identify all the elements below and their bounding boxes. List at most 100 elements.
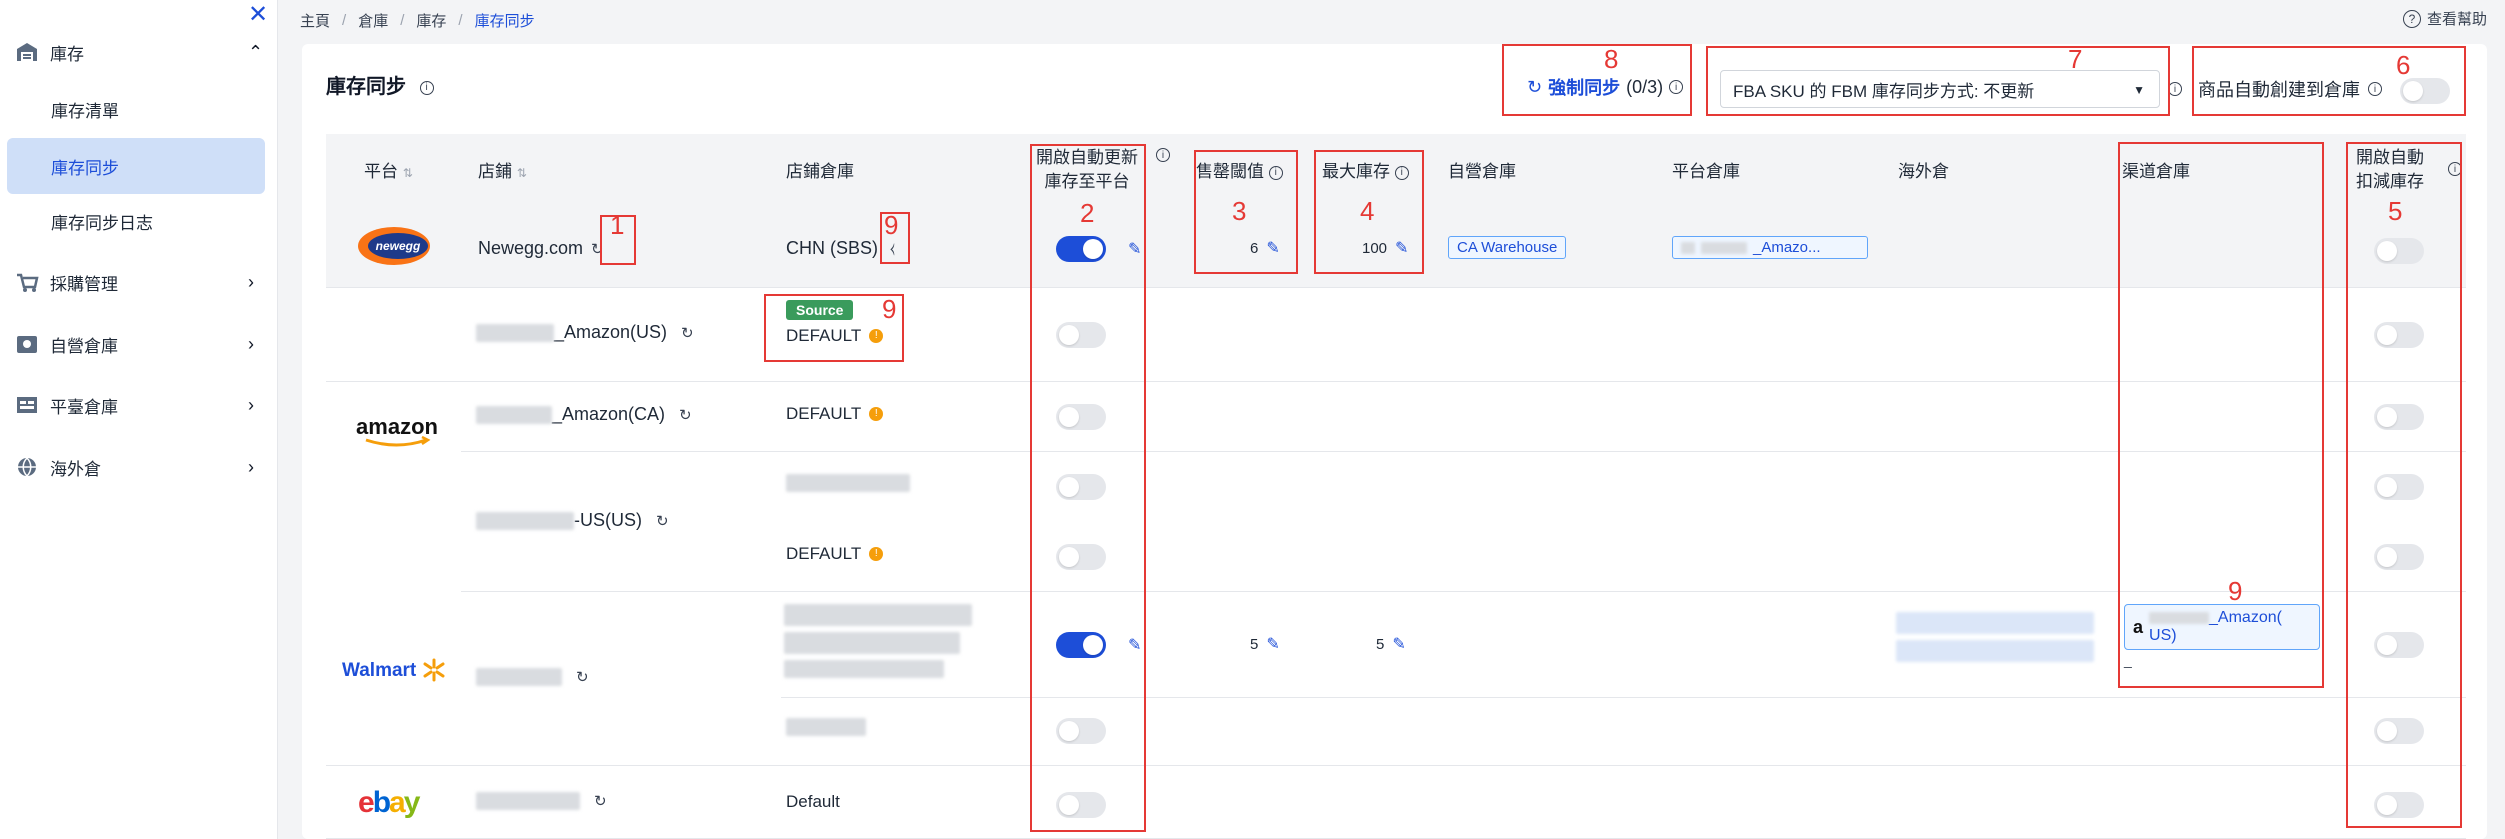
sidebar-item-overseas[interactable]: 海外倉 › bbox=[0, 441, 278, 493]
annotation-box-6 bbox=[2192, 46, 2466, 116]
redacted bbox=[786, 474, 910, 492]
warehouse-name: CHN (SBS) bbox=[786, 238, 879, 258]
refresh-icon[interactable]: ↻ bbox=[594, 792, 607, 810]
refresh-icon[interactable]: ↻ bbox=[679, 406, 692, 424]
info-icon[interactable]: i bbox=[2168, 82, 2182, 96]
warehouse-name: Default bbox=[786, 792, 840, 811]
annotation-box-5 bbox=[2346, 142, 2462, 828]
annotation-number: 3 bbox=[1232, 196, 1247, 226]
info-icon[interactable]: i bbox=[1156, 148, 1170, 162]
globe-icon bbox=[14, 454, 40, 480]
store-name: Newegg.com bbox=[478, 238, 584, 258]
sidebar-item-inventory-list[interactable]: 庫存清單 bbox=[7, 81, 265, 137]
sidebar-item-label: 海外倉 bbox=[50, 459, 101, 479]
sidebar-item-platform-warehouse[interactable]: 平臺倉庫 › bbox=[0, 379, 278, 431]
platform-warehouse-cell: _Amazo... bbox=[1672, 236, 1868, 259]
refresh-icon[interactable]: ↻ bbox=[656, 512, 669, 530]
self-warehouse-cell: CA Warehouse bbox=[1448, 236, 1567, 259]
redacted bbox=[476, 668, 562, 686]
annotation-number: 4 bbox=[1360, 196, 1375, 226]
sidebar-item-label: 庫存清單 bbox=[51, 101, 119, 121]
redacted bbox=[1896, 612, 2094, 634]
store-name: -US(US) bbox=[574, 510, 642, 530]
sidebar-item-label: 平臺倉庫 bbox=[50, 397, 118, 417]
redacted bbox=[1681, 241, 1695, 254]
store-name: _Amazon(US) bbox=[554, 322, 668, 342]
threshold-cell: 5 ✎ bbox=[1250, 634, 1280, 654]
annotation-box-7 bbox=[1706, 46, 2170, 116]
store-name: _Amazon(CA) bbox=[552, 404, 666, 424]
col-store[interactable]: 店鋪 ⇅ bbox=[478, 160, 527, 185]
max-stock-cell: 5 ✎ bbox=[1376, 634, 1406, 654]
warehouse-name: DEFAULT bbox=[786, 544, 862, 563]
annotation-number: 9 bbox=[884, 210, 899, 240]
chevron-right-icon: › bbox=[248, 333, 254, 354]
edit-icon[interactable]: ✎ bbox=[1392, 634, 1405, 654]
sidebar: ✕ 庫存 ⌃ 庫存清單 庫存同步 庫存同步日志 採購管理 › 自營倉庫 › 平臺… bbox=[0, 0, 278, 839]
question-icon: ? bbox=[2402, 9, 2421, 28]
close-icon[interactable]: ✕ bbox=[248, 0, 268, 29]
svg-text:amazon: amazon bbox=[356, 416, 438, 439]
warehouse-name: DEFAULT bbox=[786, 404, 862, 423]
col-label: 店鋪 bbox=[478, 162, 512, 181]
sidebar-item-label: 採購管理 bbox=[50, 274, 118, 294]
refresh-icon[interactable]: ↻ bbox=[681, 324, 694, 342]
warning-icon: ! bbox=[869, 407, 884, 421]
sidebar-item-inventory-sync[interactable]: 庫存同步 bbox=[7, 138, 265, 194]
max-stock-value: 5 bbox=[1376, 635, 1385, 653]
edit-icon[interactable]: ✎ bbox=[1266, 634, 1279, 654]
redacted bbox=[1896, 640, 2094, 662]
sidebar-item-inventory[interactable]: 庫存 ⌃ bbox=[0, 26, 278, 78]
chevron-right-icon: › bbox=[248, 271, 254, 292]
refresh-icon[interactable]: ↻ bbox=[576, 668, 589, 686]
col-platform-warehouse: 平台倉庫 bbox=[1672, 162, 1740, 181]
redacted bbox=[784, 632, 960, 654]
annotation-number: 9 bbox=[2228, 576, 2243, 606]
col-platform[interactable]: 平台 ⇅ bbox=[364, 160, 413, 185]
store-warehouse-cell: CHN (SBS) ⧼ bbox=[786, 238, 895, 259]
store-warehouse-cell bbox=[784, 604, 972, 678]
sidebar-item-sync-log[interactable]: 庫存同步日志 bbox=[7, 193, 265, 249]
breadcrumb-inventory[interactable]: 庫存 bbox=[416, 10, 446, 31]
newegg-logo: newegg bbox=[356, 224, 432, 268]
ebay-letter: b bbox=[372, 786, 391, 819]
self-warehouse-tag: CA Warehouse bbox=[1448, 236, 1567, 259]
breadcrumb-current: 庫存同步 bbox=[474, 12, 535, 30]
annotation-box-9 bbox=[2118, 142, 2324, 688]
chevron-right-icon: › bbox=[248, 456, 254, 477]
annotation-number: 9 bbox=[882, 294, 897, 324]
redacted bbox=[476, 323, 554, 342]
redacted bbox=[476, 792, 580, 810]
annotation-number: 5 bbox=[2388, 196, 2403, 226]
redacted bbox=[784, 604, 972, 626]
col-self-warehouse: 自營倉庫 bbox=[1448, 162, 1516, 181]
store-warehouse-cell: DEFAULT! bbox=[786, 404, 884, 424]
walmart-logo: Walmart bbox=[342, 656, 446, 686]
table-row bbox=[326, 766, 2466, 839]
platform-warehouse-icon bbox=[14, 392, 40, 418]
sidebar-item-label: 庫存同步日志 bbox=[51, 213, 153, 233]
chevron-up-icon: ⌃ bbox=[248, 41, 264, 62]
breadcrumb-warehouse[interactable]: 倉庫 bbox=[358, 10, 388, 31]
col-store-warehouse: 店鋪倉庫 bbox=[786, 162, 854, 181]
sidebar-item-purchasing[interactable]: 採購管理 › bbox=[0, 256, 278, 308]
cart-icon bbox=[14, 269, 40, 295]
sidebar-item-self-warehouse[interactable]: 自營倉庫 › bbox=[0, 318, 278, 370]
sidebar-item-label: 庫存同步 bbox=[51, 158, 119, 178]
annotation-number: 1 bbox=[610, 210, 625, 240]
svg-text:newegg: newegg bbox=[376, 239, 421, 253]
amazon-logo: amazon bbox=[352, 416, 442, 450]
col-overseas: 海外倉 bbox=[1898, 162, 1949, 181]
ebay-letter: e bbox=[358, 786, 375, 819]
warehouse-icon bbox=[14, 39, 40, 65]
overseas-cell bbox=[1896, 612, 2094, 662]
annotation-number: 6 bbox=[2396, 50, 2411, 80]
col-label: 平台 bbox=[364, 162, 398, 181]
svg-text:Walmart: Walmart bbox=[342, 660, 417, 681]
info-icon[interactable]: i bbox=[419, 80, 434, 95]
help-link[interactable]: ? 查看幫助 bbox=[2402, 8, 2487, 29]
breadcrumb-home[interactable]: 主頁 bbox=[300, 10, 330, 31]
sidebar-item-label: 庫存 bbox=[50, 44, 84, 64]
store-cell: ↻ bbox=[476, 668, 589, 686]
breadcrumb: 主頁 / 倉庫 / 庫存 / 庫存同步 ? 查看幫助 bbox=[278, 0, 2505, 40]
